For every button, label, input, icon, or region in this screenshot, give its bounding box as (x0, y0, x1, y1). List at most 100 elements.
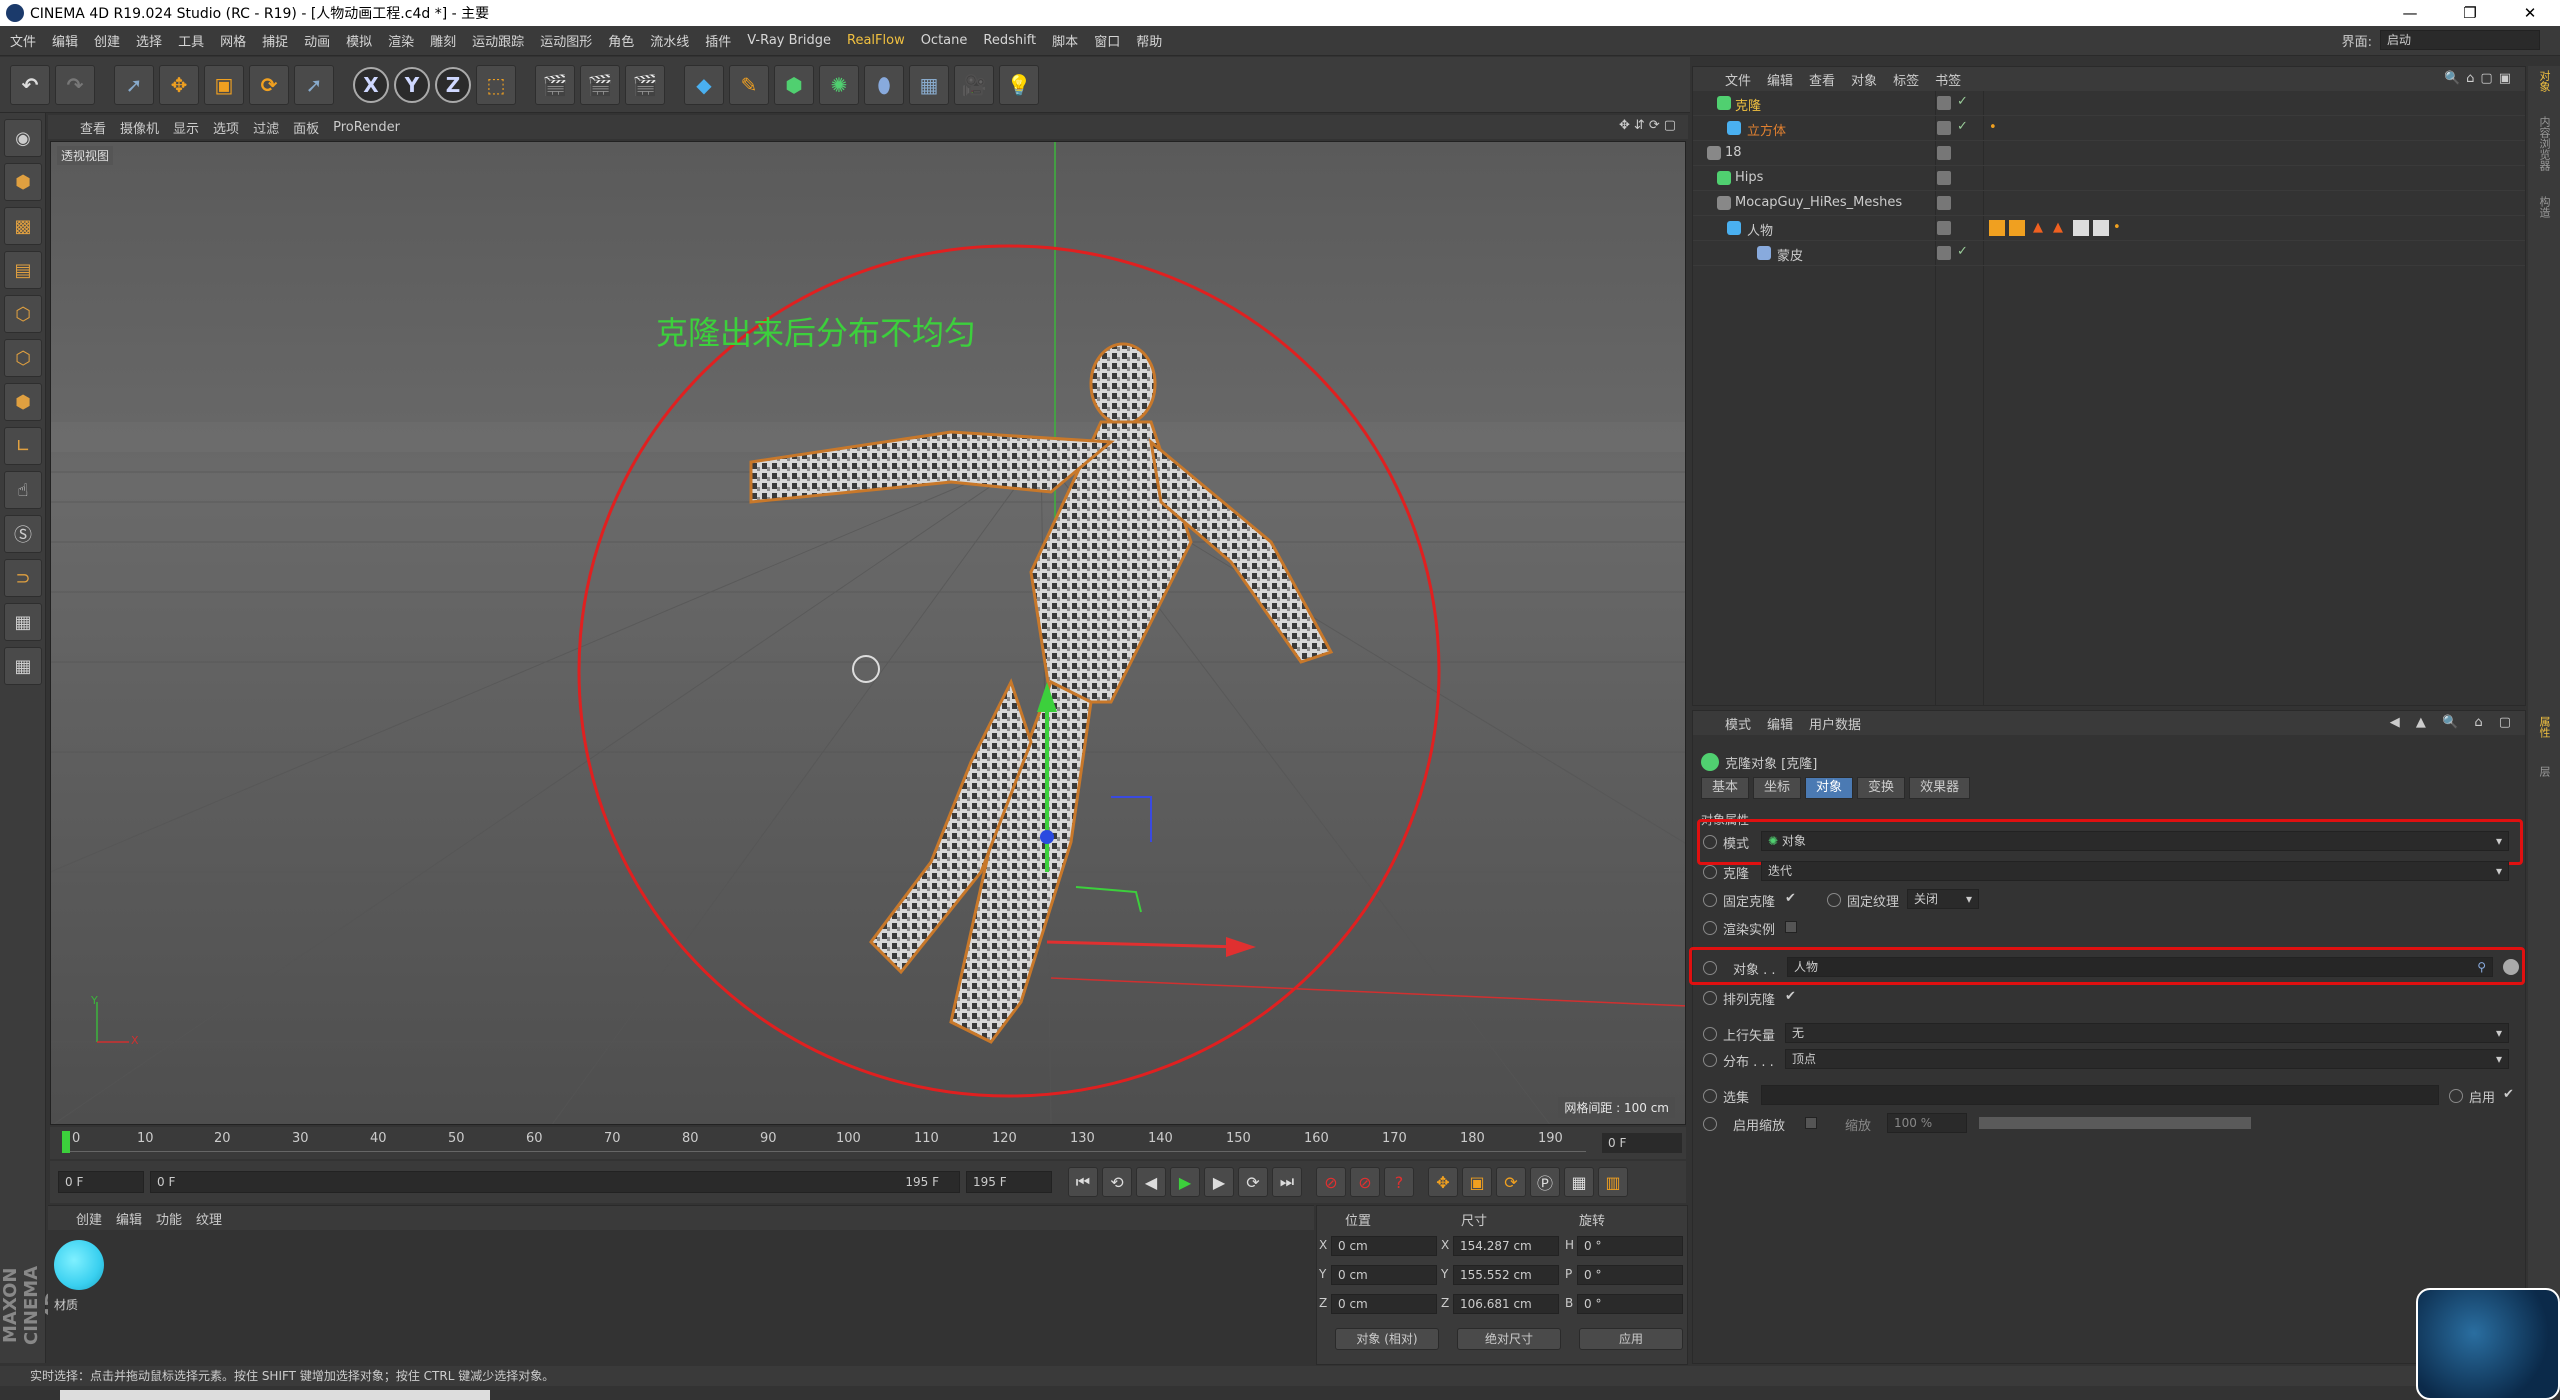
vp-menu-options[interactable]: 选项 (213, 118, 239, 137)
workplane-lock-icon[interactable]: ▦ (4, 603, 42, 641)
pos-z-field[interactable]: 0 cm (1331, 1294, 1437, 1314)
axis-y-button[interactable]: Y (394, 66, 430, 103)
menu-realflow[interactable]: RealFlow (847, 33, 905, 48)
move-icon[interactable]: ✥ (159, 64, 199, 105)
scale-field[interactable]: 100 % (1887, 1113, 1967, 1133)
axis-mode-icon[interactable]: ∟ (4, 427, 42, 465)
tab-coordinates[interactable]: 坐标 (1753, 777, 1802, 799)
menu-create[interactable]: 创建 (94, 31, 120, 50)
floor-icon[interactable]: ▦ (909, 64, 949, 105)
end-frame-field[interactable]: 195 F (966, 1171, 1052, 1193)
scale-icon[interactable]: ▣ (204, 64, 244, 105)
menu-pipeline[interactable]: 流水线 (650, 31, 689, 50)
animate-radio[interactable] (1827, 893, 1841, 907)
om-menu-file[interactable]: 文件 (1725, 70, 1751, 89)
menu-file[interactable]: 文件 (10, 31, 36, 50)
mat-menu-function[interactable]: 功能 (156, 1209, 182, 1228)
tab-structure-vertical[interactable]: 构造 (2536, 196, 2552, 218)
triangle-tag-icon[interactable]: ▲ (2053, 220, 2069, 236)
distribution-dropdown[interactable]: 顶点 ▾ (1785, 1049, 2509, 1069)
rot-h-field[interactable]: 0 ° (1577, 1236, 1683, 1256)
tab-layers-vertical[interactable]: 层 (2536, 766, 2552, 777)
vp-menu-camera[interactable]: 摄像机 (120, 118, 159, 137)
om-menu-view[interactable]: 查看 (1809, 70, 1835, 89)
om-menu-tags[interactable]: 标签 (1893, 70, 1919, 89)
mograph-cloner-icon[interactable]: ✺ (819, 64, 859, 105)
auto-key-icon[interactable]: ⊘ (1350, 1167, 1380, 1197)
om-menu-bookmarks[interactable]: 书签 (1935, 70, 1961, 89)
om-menu-objects[interactable]: 对象 (1851, 70, 1877, 89)
next-key-icon[interactable]: ⟳ (1238, 1167, 1268, 1197)
menu-simulate[interactable]: 模拟 (346, 31, 372, 50)
frame-range-slider[interactable]: 0 F 195 F (150, 1171, 960, 1193)
snap-icon[interactable]: Ⓢ (4, 515, 42, 553)
pos-x-field[interactable]: 0 cm (1331, 1236, 1437, 1256)
next-frame-icon[interactable]: ▶ (1204, 1167, 1234, 1197)
vp-menu-filter[interactable]: 过滤 (253, 118, 279, 137)
tab-basic[interactable]: 基本 (1701, 777, 1750, 799)
vp-menu-panel[interactable]: 面板 (293, 118, 319, 137)
floating-widget-icon[interactable] (2416, 1288, 2560, 1400)
tab-attributes-vertical[interactable]: 属性 (2536, 716, 2552, 738)
vp-menu-display[interactable]: 显示 (173, 118, 199, 137)
light-icon[interactable]: 💡 (999, 64, 1039, 105)
play-icon[interactable]: ▶ (1170, 1167, 1200, 1197)
menu-window[interactable]: 窗口 (1094, 31, 1120, 50)
object-row-skin[interactable]: 蒙皮 ✓ (1693, 241, 2525, 266)
am-menu-userdata[interactable]: 用户数据 (1809, 714, 1861, 733)
enable-checkbox[interactable]: ✔ (2503, 1087, 2514, 1102)
menu-mesh[interactable]: 网格 (220, 31, 246, 50)
viewport-nav-icons[interactable]: ✥⇵⟳▢ (1619, 118, 1680, 133)
enable-scale-checkbox[interactable] (1805, 1117, 1817, 1129)
timeline-window-icon[interactable]: ▥ (1598, 1167, 1628, 1197)
checker-tag-icon[interactable] (2093, 220, 2109, 236)
keyframe-help-icon[interactable]: ? (1384, 1167, 1414, 1197)
rot-p-field[interactable]: 0 ° (1577, 1265, 1683, 1285)
enabled-check[interactable]: ✓ (1957, 119, 1968, 134)
key-position-icon[interactable]: ✥ (1428, 1167, 1458, 1197)
close-button[interactable]: ✕ (2500, 0, 2560, 26)
menu-plugins[interactable]: 插件 (705, 31, 731, 50)
visibility-flags[interactable] (1937, 146, 1951, 160)
texture-tag-icon[interactable]: • (2113, 220, 2129, 236)
align-clone-checkbox[interactable]: ✔ (1785, 989, 1796, 1004)
menu-help[interactable]: 帮助 (1136, 31, 1162, 50)
menu-redshift[interactable]: Redshift (983, 33, 1036, 48)
playhead[interactable] (62, 1131, 70, 1153)
menu-edit[interactable]: 编辑 (52, 31, 78, 50)
animate-radio[interactable] (1703, 1117, 1717, 1131)
go-to-start-icon[interactable]: ⏮ (1068, 1167, 1098, 1197)
menu-select[interactable]: 选择 (136, 31, 162, 50)
polygons-mode-icon[interactable]: ⬢ (4, 383, 42, 421)
menu-snap[interactable]: 捕捉 (262, 31, 288, 50)
minimize-button[interactable]: — (2380, 0, 2440, 26)
cube-icon[interactable]: ◆ (684, 64, 724, 105)
animate-radio[interactable] (1703, 1027, 1717, 1041)
menu-render[interactable]: 渲染 (388, 31, 414, 50)
key-parameter-icon[interactable]: Ⓟ (1530, 1167, 1560, 1197)
subdivision-icon[interactable]: ⬢ (774, 64, 814, 105)
render-view-icon[interactable]: 🎬 (535, 64, 575, 105)
render-instances-checkbox[interactable] (1785, 921, 1797, 933)
object-row-cube[interactable]: 立方体 ✓ • (1693, 116, 2525, 141)
current-frame-field[interactable]: 0 F (1602, 1133, 1682, 1153)
tab-objects-vertical[interactable]: 对象 (2536, 70, 2552, 92)
size-mode-dropdown[interactable]: 绝对尺寸 (1457, 1328, 1561, 1350)
edges-mode-icon[interactable]: ⬡ (4, 339, 42, 377)
object-row-hips[interactable]: Hips (1693, 166, 2525, 191)
object-row-character[interactable]: 人物 ▲ ▲ • (1693, 216, 2525, 241)
menu-animate[interactable]: 动画 (304, 31, 330, 50)
animate-radio[interactable] (1703, 1089, 1717, 1103)
points-mode-icon[interactable]: ⬡ (4, 295, 42, 333)
tag-icon[interactable] (2009, 220, 2025, 236)
axis-x-button[interactable]: X (353, 66, 389, 103)
tab-object[interactable]: 对象 (1805, 777, 1854, 799)
menu-tools[interactable]: 工具 (178, 31, 204, 50)
visibility-flags[interactable] (1937, 196, 1951, 210)
fix-texture-dropdown[interactable]: 关闭 ▾ (1907, 889, 1979, 909)
tag-icon[interactable] (1989, 220, 2005, 236)
go-to-end-icon[interactable]: ⏭ (1272, 1167, 1302, 1197)
size-y-field[interactable]: 155.552 cm (1453, 1265, 1559, 1285)
camera-icon[interactable]: 🎥 (954, 64, 994, 105)
texture-tag-icon[interactable]: • (1989, 120, 2005, 136)
